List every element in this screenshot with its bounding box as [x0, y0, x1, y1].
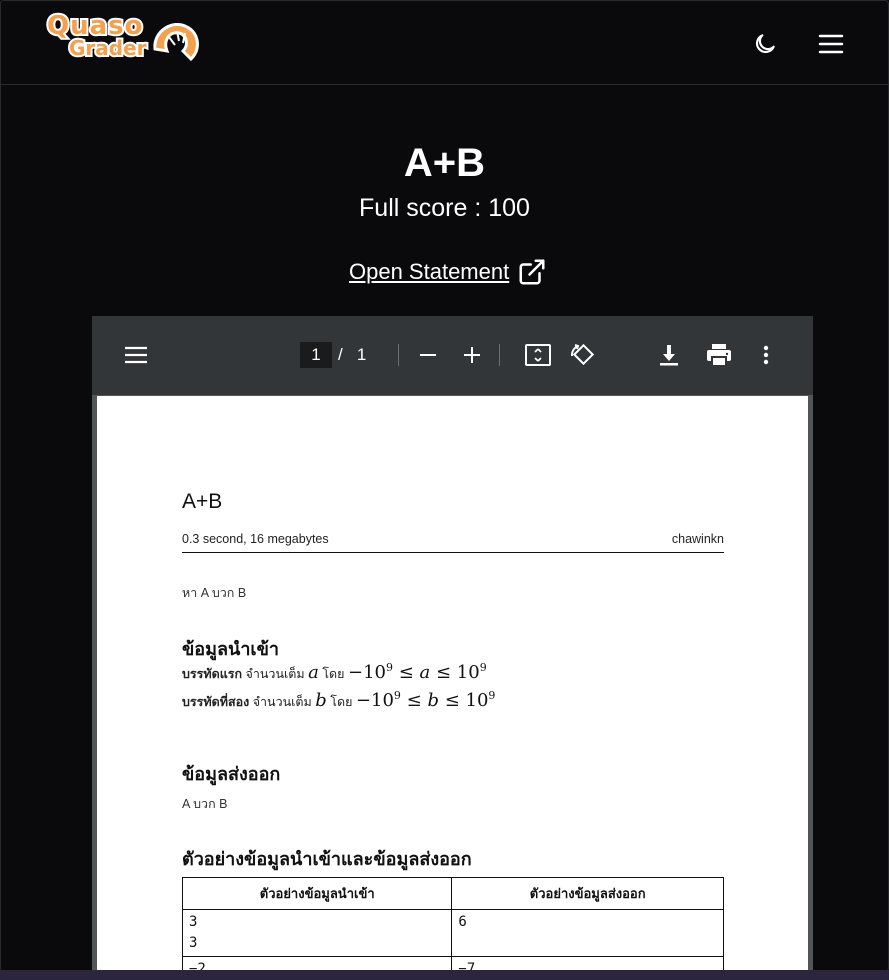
sample-table: ตัวอย่างข้อมูลนำเข้า ตัวอย่างข้อมูลส่งออ… [181, 877, 724, 971]
page-count: / 1 [338, 345, 367, 364]
vertical-dots-icon [763, 345, 769, 365]
minus-icon [420, 354, 436, 356]
sample-heading: ตัวอย่างข้อมูลนำเข้าและข้อมูลส่งออก [182, 849, 472, 869]
printer-icon [707, 344, 731, 367]
download-icon [660, 345, 678, 366]
table-header-input: ตัวอย่างข้อมูลนำเข้า [181, 877, 453, 910]
plus-icon [464, 347, 480, 363]
pdf-toolbar: 1 / 1 [92, 316, 813, 395]
theme-toggle-button[interactable] [749, 28, 781, 60]
problem-title: A+B [403, 141, 486, 185]
rotate-icon [570, 343, 595, 366]
doc-title: A+B [182, 490, 223, 513]
sample-output-cell: −7 [451, 956, 724, 971]
more-options-button[interactable] [756, 342, 776, 368]
input-line-2: บรรทัดที่สอง จำนวนเต็ม b โดย −109 ≤ b ≤ … [182, 689, 496, 711]
hamburger-icon [125, 346, 147, 364]
toolbar-divider [398, 344, 399, 366]
open-statement-label: Open Statement [349, 259, 510, 284]
pdf-page: A+B 0.3 second, 16 megabytes chawinkn หา… [97, 396, 808, 971]
page-number-input[interactable]: 1 [300, 342, 332, 368]
input-heading: ข้อมูลนำเข้า [182, 639, 279, 659]
fit-to-page-icon [525, 344, 551, 366]
logo-text-line1: Quaso [45, 11, 144, 41]
pdf-viewer: 1 / 1 A+B 0.3 second, 16 megabytes chawi… [92, 316, 813, 971]
input-line-1: บรรทัดแรก จำนวนเต็ม a โดย −109 ≤ a ≤ 109 [182, 661, 487, 683]
logo-text-line2: Grader [67, 35, 149, 61]
table-row: 3 3 6 [181, 909, 724, 957]
pdf-sidebar-toggle-button[interactable] [122, 344, 150, 366]
doc-meta-row: 0.3 second, 16 megabytes chawinkn [182, 530, 724, 553]
menu-button[interactable] [815, 28, 847, 60]
sample-input-cell: 3 3 [181, 909, 453, 957]
output-text: A บวก B [182, 797, 228, 811]
top-navbar: Quaso Grader [1, 1, 888, 85]
fit-page-button[interactable] [524, 342, 552, 368]
hamburger-icon [818, 34, 844, 54]
sample-output-cell: 6 [451, 909, 724, 957]
sample-input-cell: −2 [181, 956, 453, 971]
app-window: Quaso Grader A+B Full score : 100 Open S… [0, 0, 889, 972]
constraint-b: −109 ≤ b ≤ 109 [355, 689, 496, 711]
table-header-output: ตัวอย่างข้อมูลส่งออก [451, 877, 724, 910]
download-button[interactable] [656, 342, 682, 368]
doc-author: chawinkn [671, 532, 724, 546]
doc-intro: หา A บวก B [182, 586, 247, 600]
output-heading: ข้อมูลส่งออก [182, 764, 281, 784]
quaso-grader-logo[interactable]: Quaso Grader [45, 11, 203, 71]
zoom-out-button[interactable] [416, 344, 440, 366]
print-button[interactable] [705, 342, 733, 368]
toolbar-divider [499, 344, 500, 366]
bottom-edge [0, 970, 889, 980]
external-link-icon [519, 259, 545, 285]
table-row: −2 −7 [181, 956, 724, 971]
constraint-a: −109 ≤ a ≤ 109 [347, 661, 487, 683]
doc-limits: 0.3 second, 16 megabytes [182, 532, 329, 546]
open-statement-link[interactable]: Open Statement [349, 257, 547, 287]
zoom-in-button[interactable] [460, 344, 484, 366]
full-score: Full score : 100 [359, 194, 530, 222]
moon-icon [755, 34, 775, 54]
rotate-button[interactable] [568, 342, 596, 368]
croissant-icon [153, 23, 199, 62]
